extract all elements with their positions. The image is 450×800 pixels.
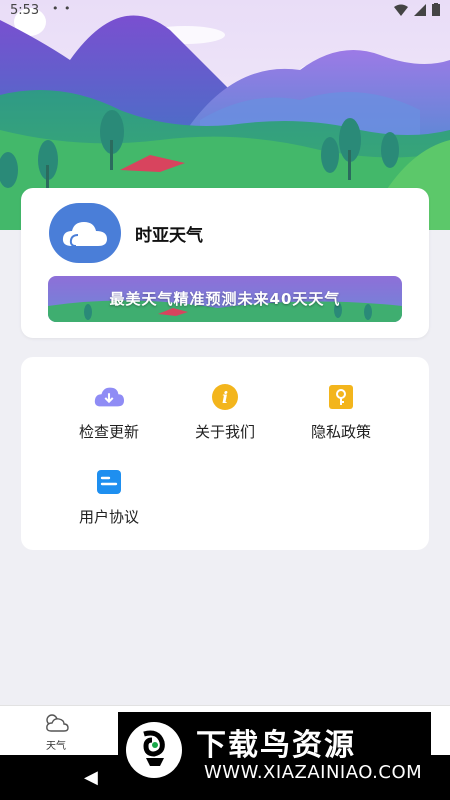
weather-sun-cloud-icon [46, 714, 69, 732]
app-info-card: 时亚天气 最美天气精准预测未来40天天气 [21, 188, 429, 338]
app-logo [49, 203, 121, 263]
menu-label-check-update: 检查更新 [78, 423, 139, 441]
tab-weather[interactable]: 天气 [30, 712, 82, 752]
back-icon[interactable]: ◀ [84, 767, 98, 788]
watermark-url: WWW.XIAZAINIAO.COM [204, 762, 423, 783]
watermark-overlay: 下载鸟资源 WWW.XIAZAINIAO.COM [118, 712, 431, 789]
banner-text: 最美天气精准预测未来40天天气 [109, 290, 341, 308]
menu-label-privacy-policy: 隐私政策 [310, 423, 371, 441]
cloud-download-icon [94, 382, 124, 412]
wifi-icon [394, 4, 408, 16]
menu-card: 检查更新 i 关于我们 隐私政策 用户协议 [21, 357, 429, 550]
watermark-bird-logo [126, 722, 182, 778]
status-time: 5:53 [10, 3, 40, 18]
watermark-title: 下载鸟资源 [196, 728, 356, 763]
tab-weather-label: 天气 [46, 741, 66, 752]
menu-label-about-us: 关于我们 [194, 423, 255, 441]
info-icon: i [210, 382, 240, 412]
app-name: 时亚天气 [135, 226, 203, 246]
menu-item-user-agreement[interactable]: 用户协议 [54, 467, 164, 537]
battery-icon [432, 3, 440, 16]
promo-banner[interactable]: 最美天气精准预测未来40天天气 [48, 276, 402, 322]
cloud-icon [62, 222, 107, 247]
status-bar: 5:53 • • [0, 0, 450, 24]
menu-item-about-us[interactable]: i 关于我们 [170, 382, 280, 452]
menu-label-user-agreement: 用户协议 [78, 508, 139, 526]
status-icons [394, 3, 440, 16]
menu-item-check-update[interactable]: 检查更新 [54, 382, 164, 452]
menu-item-privacy-policy[interactable]: 隐私政策 [286, 382, 396, 452]
svg-text:i: i [222, 388, 228, 407]
user-agreement-icon [94, 467, 124, 497]
privacy-key-icon [326, 382, 356, 412]
signal-icon [414, 3, 426, 16]
status-notification-dots: • • [52, 2, 72, 15]
